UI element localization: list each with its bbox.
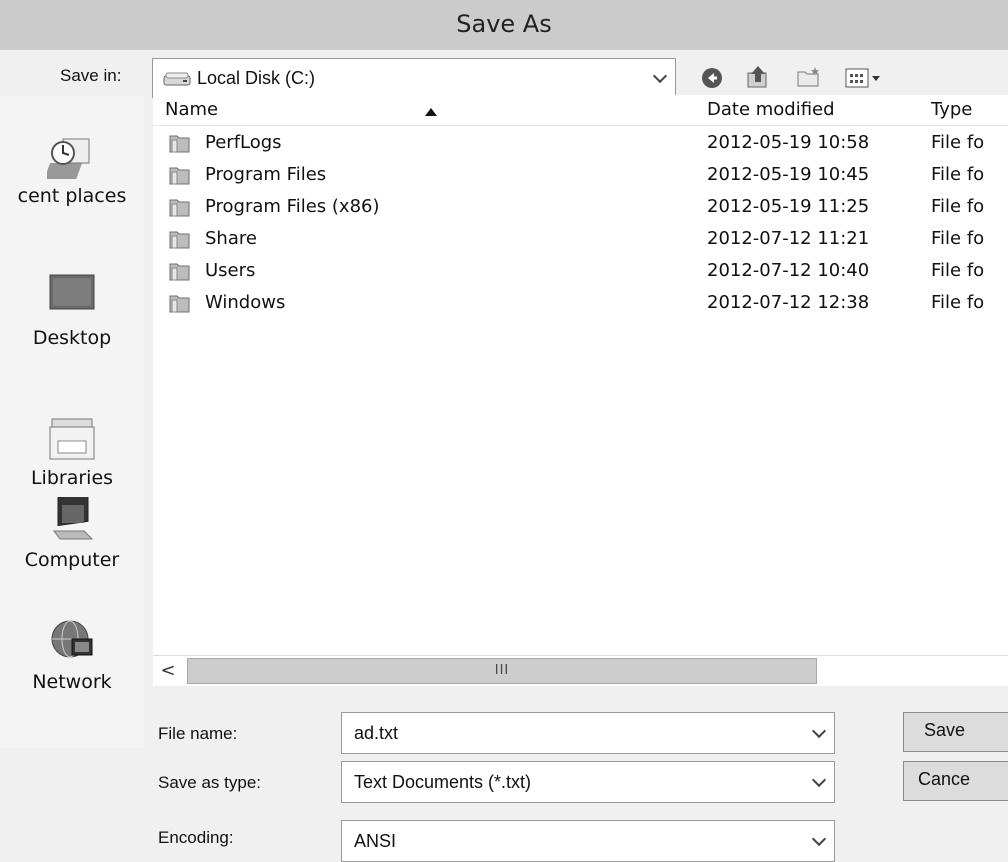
file-name: Windows — [205, 292, 286, 313]
column-type-label: Type — [931, 99, 973, 120]
folder-icon — [169, 166, 191, 186]
file-date: 2012-05-19 10:58 — [707, 132, 870, 153]
place-desktop[interactable]: Desktop — [0, 273, 144, 349]
folder-icon — [169, 198, 191, 218]
place-label: cent places — [17, 185, 127, 207]
scroll-left-button[interactable]: < — [155, 658, 181, 684]
file-name: Program Files — [205, 164, 327, 185]
file-type: File fo — [931, 228, 985, 249]
drive-icon — [163, 71, 191, 91]
folder-icon — [169, 230, 191, 250]
file-type: File fo — [931, 260, 985, 281]
file-name: Share — [205, 228, 257, 249]
file-name-input[interactable]: ad.txt — [341, 712, 835, 754]
save-in-value: Local Disk (C:) — [197, 67, 316, 88]
folder-icon — [169, 134, 191, 154]
scroll-grip: III — [494, 663, 510, 678]
save-button[interactable]: Save — [903, 712, 1008, 752]
place-libraries[interactable]: Libraries — [0, 417, 144, 489]
encoding-label: Encoding: — [158, 828, 234, 847]
desktop-icon — [48, 273, 96, 315]
horizontal-scrollbar[interactable]: < III — [153, 655, 1008, 686]
place-network[interactable]: Network — [0, 617, 144, 693]
file-date: 2012-07-12 10:40 — [707, 260, 870, 281]
file-name: PerfLogs — [205, 132, 282, 153]
table-row[interactable]: Windows 2012-07-12 12:38 File fo — [153, 287, 1008, 319]
place-computer[interactable]: Computer — [0, 492, 144, 571]
file-date: 2012-05-19 10:45 — [707, 164, 870, 185]
column-header-type[interactable]: Type — [931, 95, 1008, 125]
save-in-label: Save in: — [60, 66, 122, 85]
views-menu-icon[interactable] — [844, 66, 884, 90]
folder-icon — [169, 262, 191, 282]
encoding-value: ANSI — [354, 830, 397, 851]
file-name: Users — [205, 260, 256, 281]
file-type: File fo — [931, 132, 985, 153]
file-name-value: ad.txt — [354, 722, 399, 743]
file-type: File fo — [931, 292, 985, 313]
file-type: File fo — [931, 164, 985, 185]
place-label: Desktop — [32, 327, 112, 349]
cancel-button[interactable]: Cance — [903, 761, 1008, 801]
save-as-type-value: Text Documents (*.txt) — [354, 771, 532, 792]
save-in-dropdown[interactable]: Local Disk (C:) — [152, 58, 676, 98]
file-list[interactable]: Name Date modified Type PerfLogs 2012-05… — [153, 95, 1008, 685]
places-bar: cent places Desktop Libraries Computer N… — [0, 95, 144, 748]
window-title: Save As — [456, 10, 552, 38]
libraries-icon — [48, 417, 96, 461]
table-row[interactable]: Program Files (x86) 2012-05-19 11:25 Fil… — [153, 191, 1008, 223]
column-header-date[interactable]: Date modified — [707, 95, 927, 125]
file-name-label: File name: — [158, 724, 238, 743]
new-folder-icon[interactable] — [796, 66, 822, 90]
header-divider — [153, 125, 1008, 126]
up-folder-icon[interactable] — [746, 64, 770, 90]
save-as-type-dropdown[interactable]: Text Documents (*.txt) — [341, 761, 835, 803]
table-row[interactable]: Users 2012-07-12 10:40 File fo — [153, 255, 1008, 287]
table-row[interactable]: PerfLogs 2012-05-19 10:58 File fo — [153, 127, 1008, 159]
file-name: Program Files (x86) — [205, 196, 380, 217]
encoding-dropdown[interactable]: ANSI — [341, 820, 835, 862]
column-name-label: Name — [165, 99, 219, 120]
folder-icon — [169, 294, 191, 314]
table-row[interactable]: Program Files 2012-05-19 10:45 File fo — [153, 159, 1008, 191]
chevron-down-icon[interactable] — [811, 723, 827, 739]
chevron-down-icon — [811, 772, 827, 788]
place-label: Computer — [24, 549, 120, 571]
file-date: 2012-07-12 12:38 — [707, 292, 870, 313]
file-date: 2012-05-19 11:25 — [707, 196, 870, 217]
file-date: 2012-07-12 11:21 — [707, 228, 870, 249]
recent-places-icon — [44, 133, 97, 185]
column-date-label: Date modified — [707, 99, 835, 120]
scroll-thumb[interactable]: III — [187, 658, 817, 684]
place-recent-places[interactable]: cent places — [0, 133, 144, 207]
network-icon — [48, 617, 96, 665]
place-label: Network — [32, 671, 112, 693]
file-type: File fo — [931, 196, 985, 217]
chevron-down-icon — [811, 831, 827, 847]
chevron-down-icon — [652, 68, 668, 84]
back-icon[interactable] — [700, 66, 724, 90]
computer-icon — [48, 492, 96, 543]
place-label: Libraries — [30, 467, 114, 489]
sort-ascending-icon — [425, 101, 437, 120]
save-as-type-label: Save as type: — [158, 773, 262, 792]
table-row[interactable]: Share 2012-07-12 11:21 File fo — [153, 223, 1008, 255]
